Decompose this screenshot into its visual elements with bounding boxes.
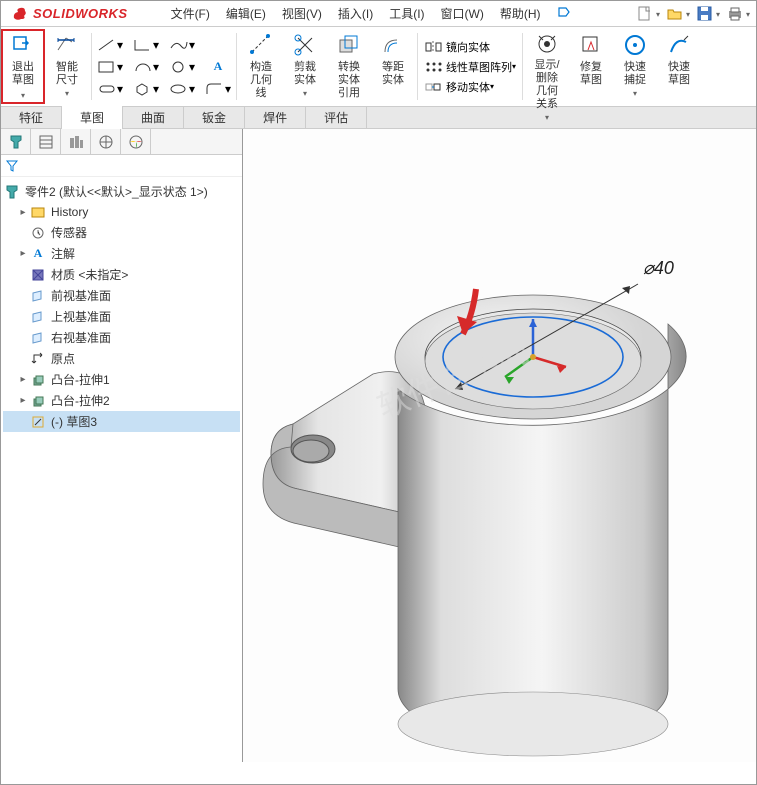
ribbon-toolbar: 退出草图 ▾ 智能尺寸 ▾ ▾ ▾ ▾ ▾ ▾ ▾ A ▾ ▾ ▾ ▾ 构造几何… xyxy=(1,27,756,107)
repair-sketch-label: 修复草图 xyxy=(575,61,607,87)
quick-sketch-button[interactable]: 快速草图 xyxy=(657,29,701,104)
save-button[interactable]: ▾ xyxy=(694,3,722,25)
tree-root[interactable]: 零件2 (默认<<默认>_显示状态 1>) xyxy=(3,181,240,202)
dimxpert-tab[interactable] xyxy=(91,129,121,154)
config-tab[interactable] xyxy=(61,129,91,154)
model-view: ⌀40 软件自学网 xyxy=(243,129,756,762)
standard-toolbar: ▾ ▾ ▾ ▾ xyxy=(634,3,752,25)
tab-feature[interactable]: 特征 xyxy=(1,106,62,129)
menu-file[interactable]: 文件(F) xyxy=(163,1,218,26)
repair-sketch-button[interactable]: 修复草图 xyxy=(569,29,613,104)
exit-sketch-label: 退出草图 xyxy=(9,61,37,87)
mirror-button[interactable]: 镜向实体 xyxy=(424,39,516,55)
tree-front-plane[interactable]: 前视基准面 xyxy=(3,285,240,306)
tree-right-plane[interactable]: 右视基准面 xyxy=(3,327,240,348)
menu-edit[interactable]: 编辑(E) xyxy=(218,1,274,26)
menu-list: 文件(F) 编辑(E) 视图(V) 插入(I) 工具(I) 窗口(W) 帮助(H… xyxy=(163,1,579,26)
tab-sheetmetal[interactable]: 钣金 xyxy=(184,106,245,129)
menu-insert[interactable]: 插入(I) xyxy=(330,1,381,26)
construction-button[interactable]: 构造几何线 xyxy=(239,29,283,104)
print-button[interactable]: ▾ xyxy=(724,3,752,25)
open-button[interactable]: ▾ xyxy=(664,3,692,25)
menu-view[interactable]: 视图(V) xyxy=(274,1,330,26)
feature-tree: 零件2 (默认<<默认>_显示状态 1>) ▸History 传感器 ▸A注解 … xyxy=(1,177,242,436)
text-tool[interactable]: A xyxy=(204,57,232,77)
menu-window[interactable]: 窗口(W) xyxy=(433,1,492,26)
spline-tool[interactable]: ▾ xyxy=(168,35,196,55)
tab-evaluate[interactable]: 评估 xyxy=(306,106,367,129)
smart-dimension-button[interactable]: 智能尺寸 ▾ xyxy=(45,29,89,104)
arc-tool[interactable]: ▾ xyxy=(132,57,160,77)
menu-tools[interactable]: 工具(I) xyxy=(381,1,432,26)
panel-tabs xyxy=(1,129,242,155)
offset-button[interactable]: 等距实体 xyxy=(371,29,415,104)
rectangle-tool[interactable]: ▾ xyxy=(96,57,124,77)
offset-label: 等距实体 xyxy=(377,61,409,87)
tab-weldment[interactable]: 焊件 xyxy=(245,106,306,129)
tab-sketch[interactable]: 草图 xyxy=(62,106,123,130)
polygon-tool[interactable]: ▾ xyxy=(132,79,160,99)
feature-manager-panel: 零件2 (默认<<默认>_显示状态 1>) ▸History 传感器 ▸A注解 … xyxy=(1,129,243,762)
line-tool[interactable]: ▾ xyxy=(96,35,124,55)
tree-root-label: 零件2 (默认<<默认>_显示状态 1>) xyxy=(25,183,208,200)
dropdown-arrow-icon: ▾ xyxy=(303,87,307,100)
quick-sketch-label: 快速草图 xyxy=(663,61,695,87)
main-area: 零件2 (默认<<默认>_显示状态 1>) ▸History 传感器 ▸A注解 … xyxy=(1,129,756,762)
dropdown-arrow-icon: ▾ xyxy=(545,111,549,124)
convert-button[interactable]: 转换实体引用 xyxy=(327,29,371,104)
trim-label: 剪裁实体 xyxy=(289,61,321,87)
menu-help[interactable]: 帮助(H) xyxy=(492,1,549,26)
app-logo: SOLIDWORKS xyxy=(1,5,138,23)
display-relations-label: 显示/删除几何关系 xyxy=(531,59,563,111)
menu-bar: SOLIDWORKS 文件(F) 编辑(E) 视图(V) 插入(I) 工具(I)… xyxy=(1,1,756,27)
tree-extrude1[interactable]: ▸凸台-拉伸1 xyxy=(3,369,240,390)
graphics-viewport[interactable]: ⌀40 软件自学网 xyxy=(243,129,756,762)
tree-origin[interactable]: 原点 xyxy=(3,348,240,369)
slot-tool[interactable]: ▾ xyxy=(96,79,124,99)
corner-tool[interactable]: ▾ xyxy=(132,35,160,55)
dropdown-arrow-icon: ▾ xyxy=(633,87,637,100)
display-relations-button[interactable]: 显示/删除几何关系 ▾ xyxy=(525,29,569,104)
tree-extrude2[interactable]: ▸凸台-拉伸2 xyxy=(3,390,240,411)
fillet-tool[interactable]: ▾ xyxy=(204,79,232,99)
linear-pattern-button[interactable]: 线性草图阵列 ▾ xyxy=(424,59,516,75)
app-title: SOLIDWORKS xyxy=(33,6,128,21)
ellipse-tool[interactable]: ▾ xyxy=(168,79,196,99)
dimension-label: ⌀40 xyxy=(643,258,674,278)
filter-bar[interactable] xyxy=(1,155,242,177)
tree-material[interactable]: 材质 <未指定> xyxy=(3,264,240,285)
dropdown-arrow-icon: ▾ xyxy=(65,87,69,100)
tab-surface[interactable]: 曲面 xyxy=(123,106,184,129)
quick-snap-label: 快速捕捉 xyxy=(619,61,651,87)
dropdown-arrow-icon: ▾ xyxy=(21,89,25,102)
convert-label: 转换实体引用 xyxy=(333,61,365,100)
menu-search-icon[interactable] xyxy=(549,1,579,26)
feature-tree-tab[interactable] xyxy=(1,129,31,154)
trim-button[interactable]: 剪裁实体 ▾ xyxy=(283,29,327,104)
smart-dimension-label: 智能尺寸 xyxy=(51,61,83,87)
quick-snap-button[interactable]: 快速捕捉 ▾ xyxy=(613,29,657,104)
pattern-group: 镜向实体 线性草图阵列 ▾ 移动实体 ▾ xyxy=(420,29,520,104)
tree-history[interactable]: ▸History xyxy=(3,202,240,222)
sketch-entities-group: ▾ ▾ ▾ ▾ ▾ ▾ A ▾ ▾ ▾ ▾ xyxy=(94,29,234,104)
construction-label: 构造几何线 xyxy=(245,61,277,100)
property-tab[interactable] xyxy=(31,129,61,154)
tree-annotations[interactable]: ▸A注解 xyxy=(3,243,240,264)
filter-icon xyxy=(5,159,19,173)
tree-sensors[interactable]: 传感器 xyxy=(3,222,240,243)
tree-sketch3[interactable]: (-) 草图3 xyxy=(3,411,240,432)
command-tabs: 特征 草图 曲面 钣金 焊件 评估 xyxy=(1,107,756,129)
new-button[interactable]: ▾ xyxy=(634,3,662,25)
tree-top-plane[interactable]: 上视基准面 xyxy=(3,306,240,327)
circle-tool[interactable]: ▾ xyxy=(168,57,196,77)
appearance-tab[interactable] xyxy=(121,129,151,154)
exit-sketch-button[interactable]: 退出草图 ▾ xyxy=(1,29,45,104)
move-button[interactable]: 移动实体 ▾ xyxy=(424,79,516,95)
